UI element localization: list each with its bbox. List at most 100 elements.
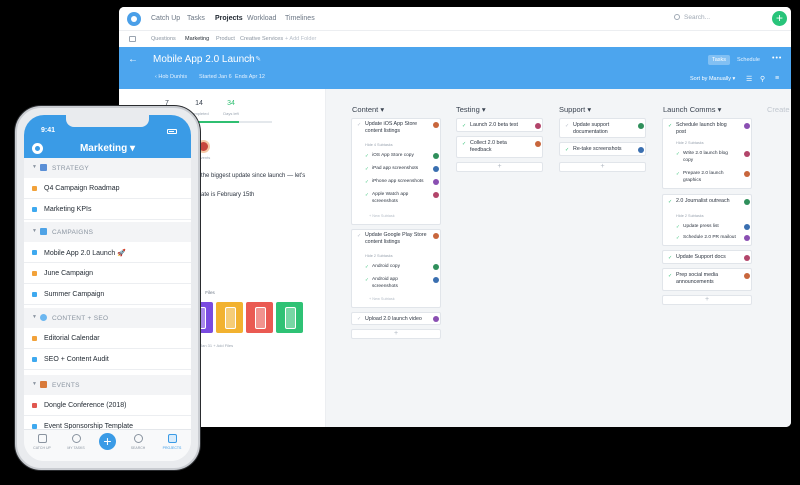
section-header-content-seo[interactable]: ▼ CONTENT + SEO: [24, 308, 191, 328]
collapse-icon[interactable]: ▼: [32, 228, 37, 234]
task-checkbox[interactable]: ✓: [357, 316, 361, 322]
task-checkbox[interactable]: ✓: [357, 233, 361, 239]
attachment-thumbnail[interactable]: [216, 302, 243, 333]
task-card[interactable]: ✓ Update Google Play Store content listi…: [351, 229, 441, 308]
subtask-check-icon[interactable]: ✓: [676, 151, 680, 157]
list-item[interactable]: Summer Campaign: [24, 284, 191, 305]
section-header-strategy[interactable]: ▼ STRATEGY: [24, 158, 191, 178]
battery-icon: [167, 129, 177, 134]
list-item[interactable]: Marketing KPIs: [24, 199, 191, 220]
hide-subtasks-link[interactable]: Hide 2 Subtasks: [365, 254, 393, 258]
hide-subtasks-link[interactable]: Hide 2 Subtasks: [676, 214, 704, 218]
folder-creative-services[interactable]: Creative Services: [240, 36, 283, 42]
task-checkbox[interactable]: ✓: [668, 199, 672, 205]
attachment-thumbnail[interactable]: [246, 302, 273, 333]
list-item[interactable]: Q4 Campaign Roadmap: [24, 178, 191, 199]
list-item[interactable]: SEO + Content Audit: [24, 349, 191, 370]
collapse-icon[interactable]: ▼: [32, 164, 37, 170]
back-arrow-icon[interactable]: ←: [128, 54, 138, 65]
nav-catch-up[interactable]: Catch Up: [151, 15, 180, 22]
tab-my-tasks[interactable]: MY TASKS: [62, 434, 90, 450]
task-card[interactable]: ✓ Update Support docs: [662, 250, 752, 264]
hide-subtasks-link[interactable]: Hide 4 Subtasks: [365, 143, 393, 147]
nav-workload[interactable]: Workload: [247, 15, 276, 22]
attachment-tab-files[interactable]: Files: [205, 290, 215, 295]
filter-icon[interactable]: ⚲: [760, 75, 765, 83]
nav-tasks[interactable]: Tasks: [187, 15, 205, 22]
subtask-check-icon[interactable]: ✓: [365, 166, 369, 172]
column-header-testing[interactable]: Testing ▾: [456, 105, 486, 114]
folder-product[interactable]: Product: [216, 36, 235, 42]
task-checkbox[interactable]: ✓: [357, 122, 361, 128]
subtask-check-icon[interactable]: ✓: [365, 192, 369, 198]
add-task-button[interactable]: +: [662, 295, 752, 305]
column-header-support[interactable]: Support ▾: [559, 105, 591, 114]
more-options-icon[interactable]: •••: [772, 55, 782, 62]
app-logo-icon[interactable]: [127, 12, 141, 26]
task-card[interactable]: ✓ Collect 2.0 beta feedback: [456, 136, 543, 158]
new-subtask-link[interactable]: + New Subtask: [369, 297, 395, 301]
search-input[interactable]: Search...: [674, 14, 710, 21]
task-card[interactable]: ✓ Re-take screenshots: [559, 142, 646, 156]
column-header-launch-comms[interactable]: Launch Comms ▾: [663, 105, 721, 114]
subtask-check-icon[interactable]: ✓: [365, 277, 369, 283]
project-color-dot: [32, 403, 37, 408]
create-column-button[interactable]: Create: [767, 105, 790, 114]
tab-schedule[interactable]: Schedule: [737, 57, 760, 63]
attachment-thumbnail[interactable]: [276, 302, 303, 333]
task-card[interactable]: ✓ Prep social media announcements: [662, 268, 752, 291]
task-checkbox[interactable]: ✓: [668, 273, 672, 279]
hide-subtasks-link[interactable]: Hide 2 Subtasks: [676, 141, 704, 145]
settings-icon[interactable]: ≡: [775, 75, 779, 82]
task-checkbox[interactable]: ✓: [668, 255, 672, 261]
folder-marketing[interactable]: Marketing: [185, 36, 209, 42]
subtask-check-icon[interactable]: ✓: [365, 179, 369, 185]
subtask-check-icon[interactable]: ✓: [676, 224, 680, 230]
tab-search[interactable]: SEARCH: [124, 434, 152, 450]
new-subtask-link[interactable]: + New Subtask: [369, 214, 395, 218]
subtask-check-icon[interactable]: ✓: [365, 264, 369, 270]
task-title: Upload 2.0 launch video: [365, 316, 422, 322]
task-checkbox[interactable]: ✓: [668, 123, 672, 129]
task-card[interactable]: ✓ 2.0 Journalist outreach Hide 2 Subtask…: [662, 194, 752, 246]
new-item-button[interactable]: +: [99, 433, 116, 450]
add-task-button[interactable]: +: [559, 162, 646, 172]
sidebar-toggle-icon[interactable]: [129, 36, 136, 42]
sort-dropdown[interactable]: Sort by Manually ▾: [690, 76, 735, 82]
section-header-campaigns[interactable]: ▼ CAMPAIGNS: [24, 222, 191, 242]
subtask-check-icon[interactable]: ✓: [676, 235, 680, 241]
task-checkbox[interactable]: ✓: [462, 141, 466, 147]
subtask-check-icon[interactable]: ✓: [676, 171, 680, 177]
tab-tasks[interactable]: Tasks: [708, 55, 730, 65]
task-card[interactable]: ✓ Upload 2.0 launch video: [351, 312, 441, 325]
star-icon[interactable]: ☆ ✎: [247, 55, 261, 63]
collapse-icon[interactable]: ▼: [32, 314, 37, 320]
collapse-icon[interactable]: ▼: [32, 381, 37, 387]
column-header-content[interactable]: Content ▾: [352, 105, 384, 114]
task-card[interactable]: ✓ Schedule launch blog post Hide 2 Subta…: [662, 118, 752, 189]
task-checkbox[interactable]: ✓: [565, 123, 569, 129]
task-card[interactable]: ✓ Update support documentation: [559, 118, 646, 138]
list-item[interactable]: Mobile App 2.0 Launch 🚀: [24, 242, 191, 263]
list-view-icon[interactable]: ☰: [746, 75, 752, 83]
list-item[interactable]: Editorial Calendar: [24, 328, 191, 349]
add-task-button[interactable]: +: [351, 329, 441, 339]
subtask-check-icon[interactable]: ✓: [365, 153, 369, 159]
add-button[interactable]: +: [772, 11, 787, 26]
task-card[interactable]: ✓ Launch 2.0 beta test: [456, 118, 543, 132]
nav-projects[interactable]: Projects: [215, 15, 243, 22]
task-card[interactable]: ✓ Update iOS App Store content listings …: [351, 118, 441, 225]
list-item[interactable]: Dongle Conference (2018): [24, 395, 191, 416]
list-item[interactable]: June Campaign: [24, 263, 191, 284]
phone-title[interactable]: Marketing ▾: [24, 143, 191, 154]
add-task-button[interactable]: +: [456, 162, 543, 172]
section-header-events[interactable]: ▼ EVENTS: [24, 375, 191, 395]
nav-timelines[interactable]: Timelines: [285, 15, 315, 22]
task-checkbox[interactable]: ✓: [462, 123, 466, 129]
folder-questions[interactable]: Questions: [151, 36, 176, 42]
task-checkbox[interactable]: ✓: [565, 147, 569, 153]
tab-catch-up[interactable]: CATCH UP: [28, 434, 56, 450]
add-folder-link[interactable]: + Add Folder: [285, 36, 316, 42]
tab-projects[interactable]: PROJECTS: [158, 434, 186, 450]
task-title: Collect 2.0 beta feedback: [470, 140, 507, 153]
